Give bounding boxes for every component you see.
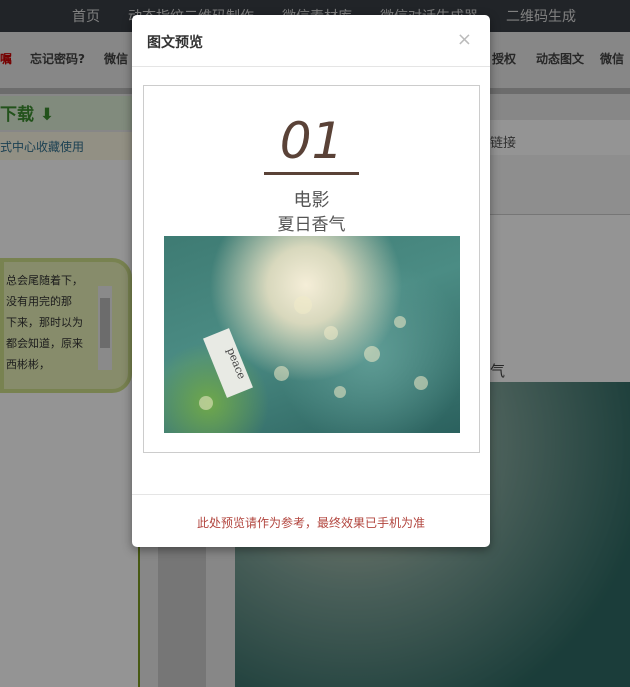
article-category: 电影 — [293, 190, 330, 211]
close-icon[interactable]: × — [457, 29, 472, 50]
modal-footer-note: 此处预览请作为参考，最终效果已手机为准 — [132, 494, 490, 531]
preview-content: 01 电影 夏日香气 peace — [143, 85, 480, 453]
article-number: 01 — [279, 112, 344, 170]
preview-modal: 图文预览 × 01 电影 夏日香气 peace 此处预览请作为参考，最终效果已手… — [132, 15, 490, 547]
modal-header: 图文预览 × — [132, 15, 490, 67]
number-underline — [264, 172, 359, 175]
modal-title: 图文预览 — [147, 35, 203, 51]
article-image: peace — [164, 236, 460, 433]
peace-tag: peace — [203, 328, 253, 398]
article-title: 夏日香气 — [277, 215, 346, 235]
